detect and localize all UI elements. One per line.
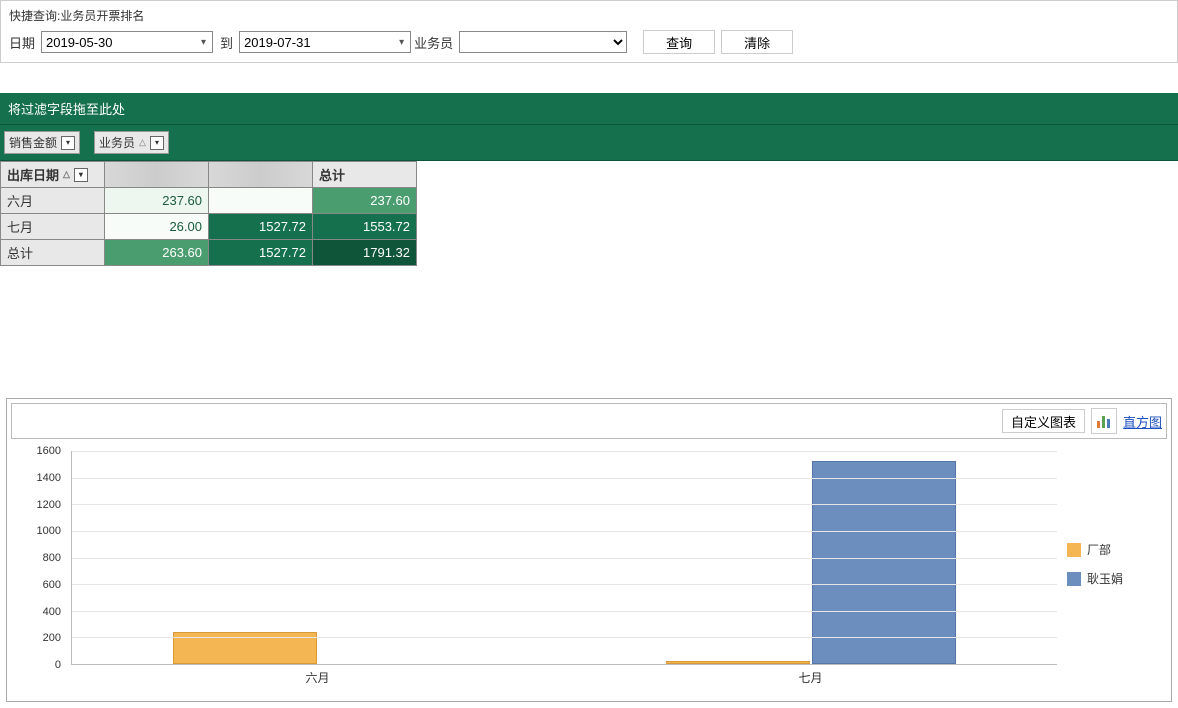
y-tick: 1000 <box>37 525 61 537</box>
legend-label: 厂部 <box>1087 541 1111 558</box>
legend-item[interactable]: 耿玉娟 <box>1067 570 1167 587</box>
pivot-row-label[interactable]: 七月 <box>1 214 105 240</box>
pivot-cell: 263.60 <box>105 240 209 266</box>
pivot-cell <box>209 188 313 214</box>
pivot-cell: 1553.72 <box>313 214 417 240</box>
pivot-row-label[interactable]: 六月 <box>1 188 105 214</box>
column-chip-label: 业务员 <box>99 134 135 151</box>
grid-line <box>72 611 1057 612</box>
pivot-cell: 237.60 <box>313 188 417 214</box>
sort-asc-icon: △ <box>63 169 70 180</box>
sort-asc-icon: △ <box>139 137 146 148</box>
grid-line <box>72 531 1057 532</box>
x-tick: 七月 <box>564 669 1057 689</box>
legend-item[interactable]: 厂部 <box>1067 541 1167 558</box>
pivot-row-total: 总计 263.60 1527.72 1791.32 <box>1 240 417 266</box>
pivot-row: 六月 237.60 237.60 <box>1 188 417 214</box>
filter-drop-area[interactable]: 将过滤字段拖至此处 <box>0 93 1178 125</box>
grid-line <box>72 637 1057 638</box>
grid-line <box>72 584 1057 585</box>
x-tick: 六月 <box>71 669 564 689</box>
to-label: 到 <box>220 33 233 52</box>
y-tick: 0 <box>55 659 61 671</box>
pivot-cell: 1791.32 <box>313 240 417 266</box>
y-tick: 1400 <box>37 472 61 484</box>
grid-line <box>72 558 1057 559</box>
y-tick: 600 <box>43 579 61 591</box>
date-from-input[interactable] <box>41 31 213 53</box>
chart-panel: 自定义图表 直方图 0 200 400 600 800 1000 1200 1400 1600 … <box>6 398 1172 702</box>
query-title: 快捷查询:业务员开票排名 <box>9 5 1169 26</box>
pivot-cell: 237.60 <box>105 188 209 214</box>
measure-chip[interactable]: 销售金额 ▾ <box>4 131 80 154</box>
pivot-cell: 1527.72 <box>209 214 313 240</box>
chevron-down-icon[interactable]: ▾ <box>61 136 75 150</box>
chevron-down-icon[interactable]: ▾ <box>150 136 164 150</box>
legend-label: 耿玉娟 <box>1087 570 1123 587</box>
date-label: 日期 <box>9 33 35 52</box>
salesman-select[interactable] <box>459 31 627 53</box>
pivot-cell: 26.00 <box>105 214 209 240</box>
chevron-down-icon[interactable]: ▾ <box>74 168 88 182</box>
chart-legend: 厂部耿玉娟 <box>1067 439 1167 689</box>
dimension-bar: 销售金额 ▾ 业务员 △ ▾ <box>0 125 1178 161</box>
y-tick: 1600 <box>37 445 61 457</box>
plot <box>71 451 1057 665</box>
grid-line <box>72 451 1057 452</box>
chart-area: 0 200 400 600 800 1000 1200 1400 1600 六月七月 厂部耿玉娟 <box>11 439 1167 689</box>
pivot-row-label[interactable]: 总计 <box>1 240 105 266</box>
clear-button[interactable]: 清除 <box>721 30 793 54</box>
pivot-header-row: 出库日期 △ ▾ 总计 <box>1 162 417 188</box>
pivot-col-total[interactable]: 总计 <box>313 162 417 188</box>
pivot-col-header[interactable] <box>105 162 209 188</box>
y-tick: 400 <box>43 606 61 618</box>
pivot-table: 出库日期 △ ▾ 总计 六月 237.60 237.60 七月 26.00 15… <box>0 161 417 266</box>
date-to-input[interactable] <box>239 31 411 53</box>
chart-toolbar: 自定义图表 直方图 <box>11 403 1167 439</box>
row-dimension-header[interactable]: 出库日期 △ ▾ <box>1 162 105 188</box>
y-axis: 02004006008001000120014001600 <box>11 451 67 665</box>
y-tick: 200 <box>43 632 61 644</box>
grid-line <box>72 478 1057 479</box>
pivot-row: 七月 26.00 1527.72 1553.72 <box>1 214 417 240</box>
y-tick: 800 <box>43 552 61 564</box>
query-row: 日期 ▾ 到 ▾ 业务员 查询 清除 <box>9 26 1169 58</box>
bar-chart-icon[interactable] <box>1091 408 1117 434</box>
x-axis: 六月七月 <box>71 669 1057 689</box>
grid-line <box>72 504 1057 505</box>
salesman-label: 业务员 <box>414 33 453 52</box>
pivot-cell: 1527.72 <box>209 240 313 266</box>
query-button[interactable]: 查询 <box>643 30 715 54</box>
legend-swatch <box>1067 543 1081 557</box>
pivot-col-header[interactable] <box>209 162 313 188</box>
bar[interactable] <box>812 461 956 664</box>
y-tick: 1200 <box>37 499 61 511</box>
legend-swatch <box>1067 572 1081 586</box>
query-panel: 快捷查询:业务员开票排名 日期 ▾ 到 ▾ 业务员 查询 清除 <box>0 0 1178 63</box>
plot-wrap: 0 200 400 600 800 1000 1200 1400 1600 六月七月 <box>11 439 1067 689</box>
row-chip-label: 出库日期 <box>7 165 59 184</box>
column-chip[interactable]: 业务员 △ ▾ <box>94 131 169 154</box>
chart-type-link[interactable]: 直方图 <box>1123 412 1162 431</box>
bar[interactable] <box>666 661 810 664</box>
custom-chart-button[interactable]: 自定义图表 <box>1002 409 1085 433</box>
measure-chip-label: 销售金额 <box>9 134 57 151</box>
